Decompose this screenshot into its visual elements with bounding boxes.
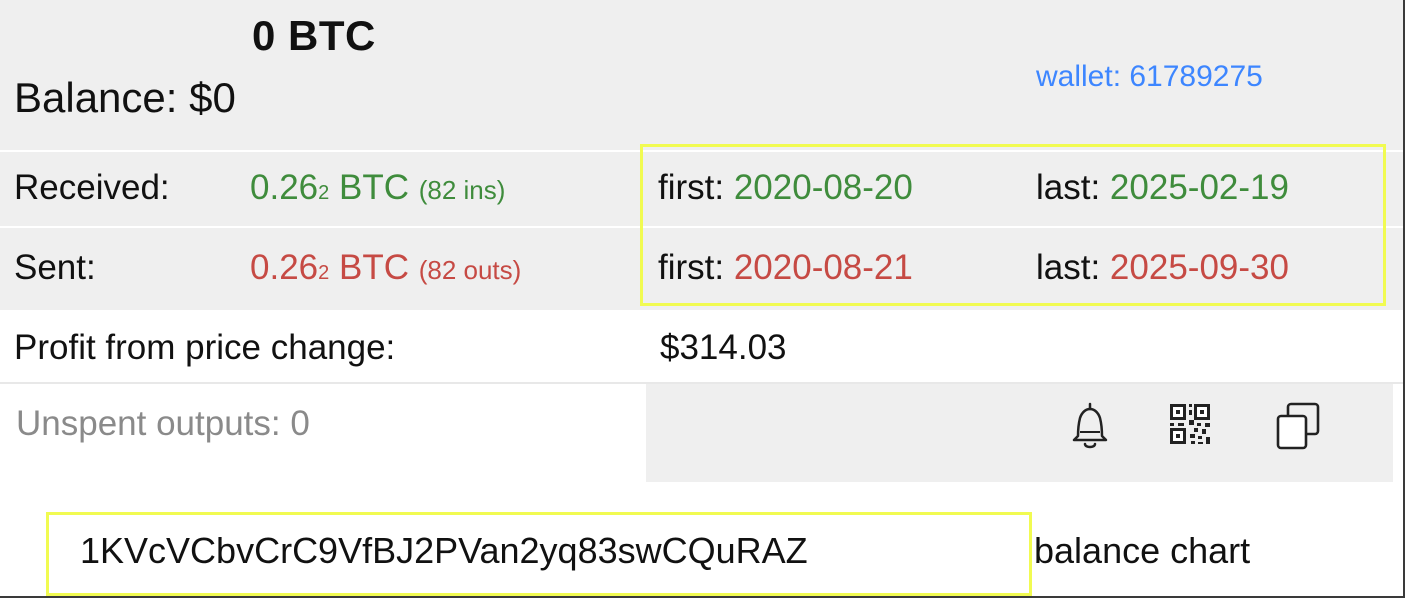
sent-last-label: last:: [1036, 248, 1110, 287]
received-unit: BTC: [329, 168, 419, 207]
sent-amount-sub: 2: [318, 262, 330, 284]
qr-code-icon[interactable]: [1166, 398, 1214, 454]
received-amount-main: 0.26: [250, 168, 319, 207]
received-amount: 0.262 BTC (82 ins): [250, 168, 505, 208]
received-first-label: first:: [658, 168, 734, 207]
unspent-row: Unspent outputs: 0: [0, 384, 1403, 482]
received-count: (82 ins): [418, 175, 506, 205]
sent-unit: BTC: [329, 248, 419, 287]
sent-last: last: 2025-09-30: [1036, 248, 1289, 288]
received-last: last: 2025-02-19: [1036, 168, 1289, 208]
profit-row: Profit from price change: $314.03: [0, 312, 1403, 384]
profit-value: $314.03: [660, 328, 787, 367]
copy-icon[interactable]: [1274, 398, 1322, 454]
sent-first-date: 2020-08-21: [733, 248, 913, 287]
unspent-outputs: Unspent outputs: 0: [16, 404, 310, 443]
sent-label: Sent:: [14, 248, 96, 287]
received-last-label: last:: [1036, 168, 1110, 207]
bell-icon[interactable]: [1066, 398, 1114, 454]
profit-label: Profit from price change:: [14, 328, 396, 367]
sent-first: first: 2020-08-21: [658, 248, 913, 288]
received-row: Received: 0.262 BTC (82 ins) first: 2020…: [0, 152, 1403, 228]
sent-amount-main: 0.26: [250, 248, 319, 287]
received-last-date: 2025-02-19: [1109, 168, 1289, 207]
sent-row: Sent: 0.262 BTC (82 outs) first: 2020-08…: [0, 228, 1403, 312]
balance-chart-link[interactable]: balance chart: [1034, 530, 1250, 572]
usd-balance: Balance: $0: [14, 74, 236, 121]
btc-balance: 0 BTC: [252, 12, 376, 59]
balance-header: 0 BTC Balance: $0 wallet: 61789275: [0, 0, 1403, 152]
sent-first-label: first:: [658, 248, 734, 287]
sent-count: (82 outs): [418, 255, 522, 285]
received-label: Received:: [14, 168, 170, 207]
bitcoin-address[interactable]: 1KVcVCbvCrC9VfBJ2PVan2yq83swCQuRAZ: [80, 530, 808, 572]
received-first-date: 2020-08-20: [733, 168, 913, 207]
sent-last-date: 2025-09-30: [1109, 248, 1289, 287]
received-amount-sub: 2: [318, 182, 330, 204]
received-first: first: 2020-08-20: [658, 168, 913, 208]
wallet-link[interactable]: wallet: 61789275: [1036, 60, 1263, 94]
sent-amount: 0.262 BTC (82 outs): [250, 248, 521, 288]
